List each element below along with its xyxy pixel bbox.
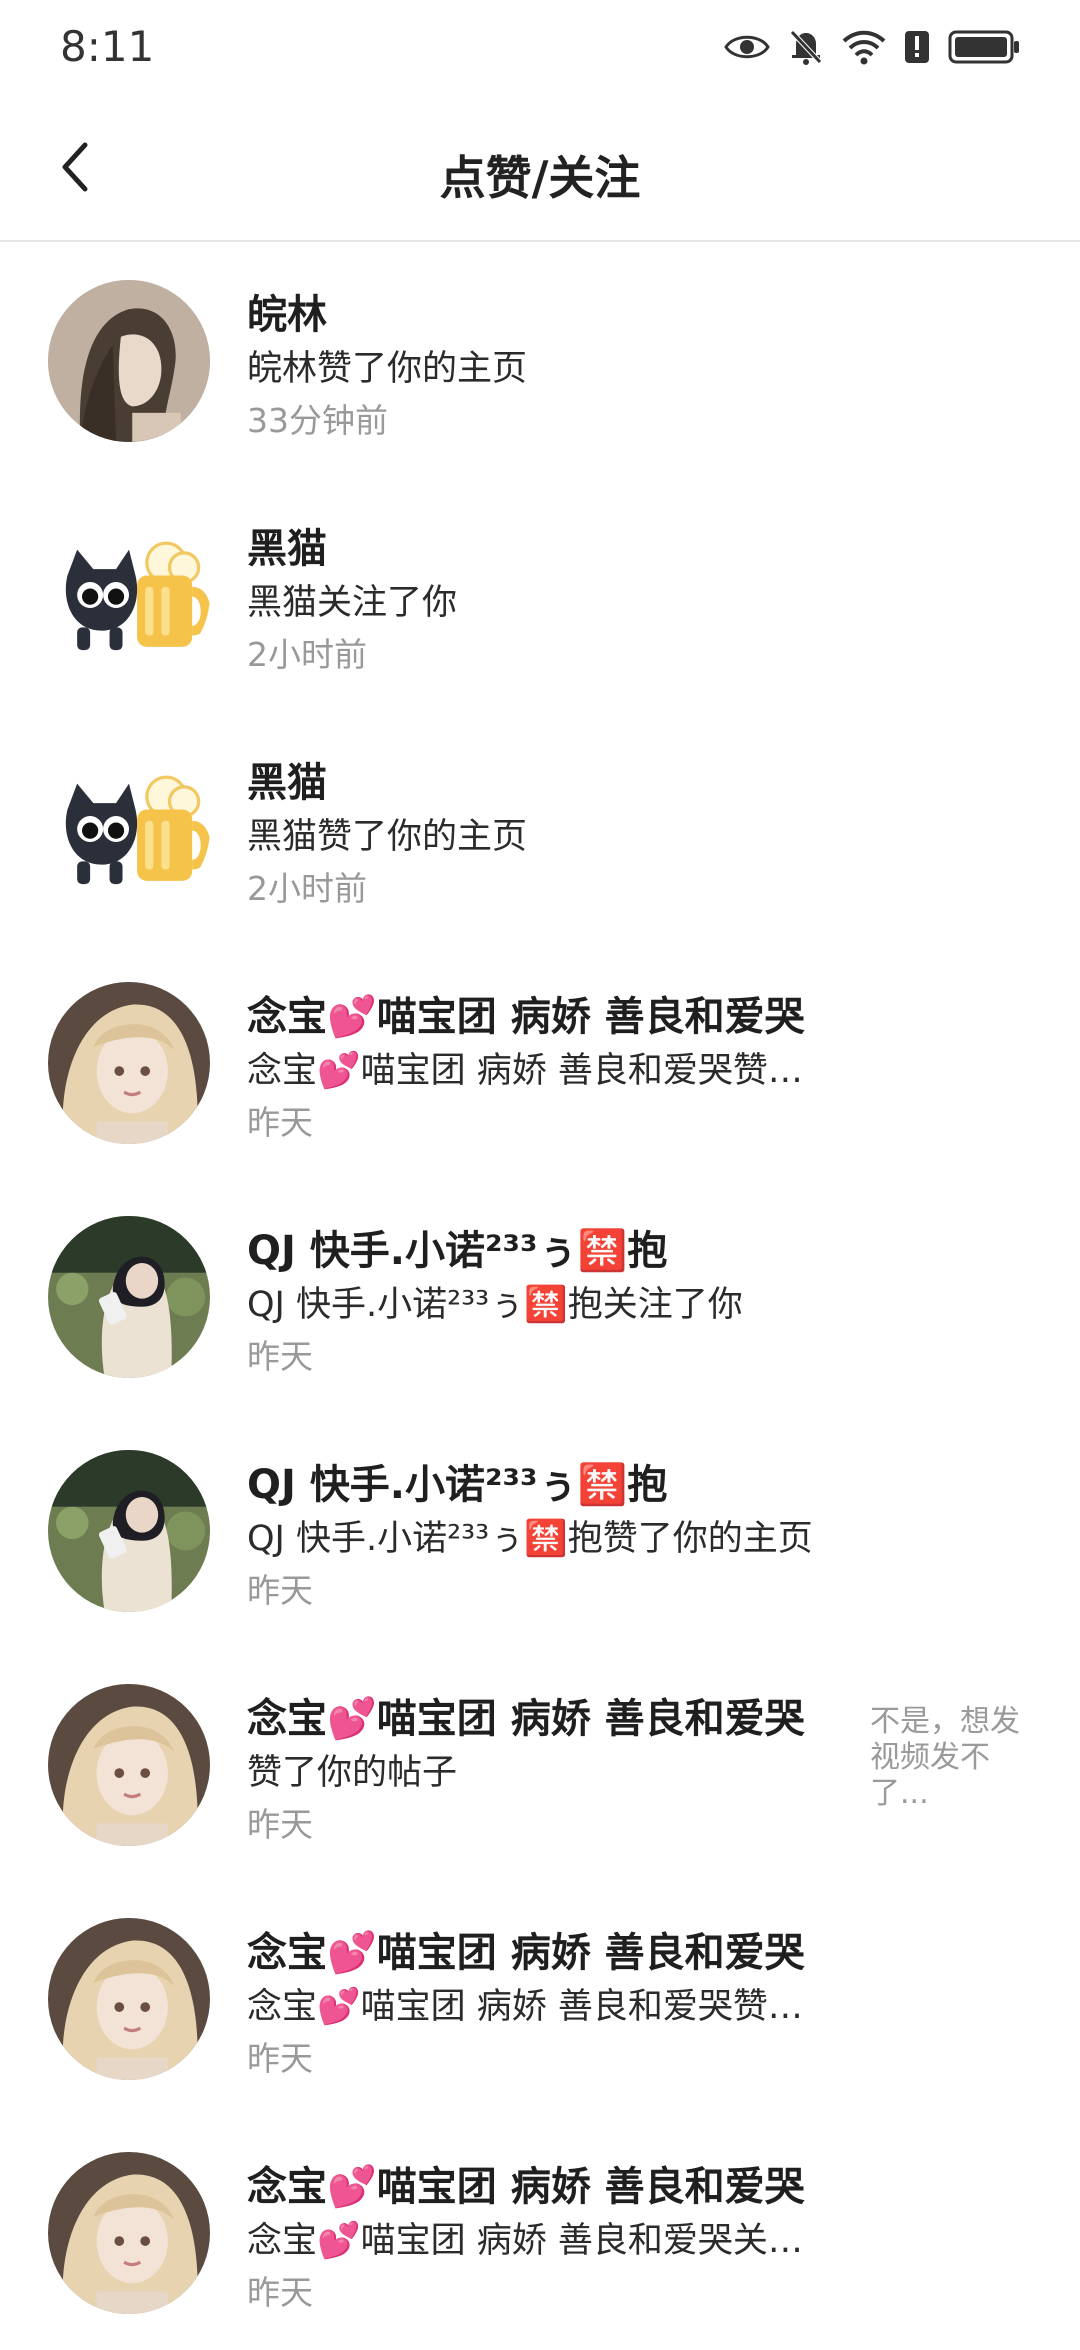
avatar[interactable] [48,982,210,1144]
user-name[interactable]: QJ 快手.小诺²³³ぅ🈲抱 [247,1218,667,1276]
avatar[interactable] [48,1216,210,1378]
notification-time: 昨天 [247,2273,313,2312]
notification-action-text: 赞了你的帖子 [247,1753,458,1793]
notification-action-text: 黑猫关注了你 [247,583,458,623]
notification-item[interactable]: 黑猫黑猫赞了你的主页 2小时前 [0,712,1080,946]
avatar[interactable] [48,514,210,676]
avatar[interactable] [48,1450,210,1612]
avatar[interactable] [48,2152,210,2314]
avatar[interactable] [48,1684,210,1846]
user-name[interactable]: 念宝💕喵宝团 病娇 善良和爱哭 [247,1686,805,1744]
notification-time: 昨天 [247,1805,313,1844]
bell-muted-icon [788,28,824,66]
user-name[interactable]: 黑猫 [247,750,327,808]
notification-item[interactable]: 皖林皖林赞了你的主页 33分钟前 [0,244,1080,478]
avatar[interactable] [48,748,210,910]
notification-item[interactable]: 黑猫黑猫关注了你 2小时前 [0,478,1080,712]
avatar[interactable] [48,1918,210,2080]
status-time: 8:11 [60,22,155,71]
battery-icon [948,29,1020,65]
avatar[interactable] [48,280,210,442]
user-name[interactable]: 念宝💕喵宝团 病娇 善良和爱哭 [247,2154,805,2212]
user-name[interactable]: 念宝💕喵宝团 病娇 善良和爱哭 [247,1920,805,1978]
notification-action-text: 念宝💕喵宝团 病娇 善良和爱哭赞… [247,1987,803,2027]
notification-time: 2小时前 [247,635,367,674]
notification-action-text: 皖林赞了你的主页 [247,349,528,389]
notification-time: 昨天 [247,1571,313,1610]
notification-action-text: 念宝💕喵宝团 病娇 善良和爱哭赞… [247,1051,803,1091]
notification-time: 2小时前 [247,869,367,908]
notification-time: 昨天 [247,1337,313,1376]
notification-time: 33分钟前 [247,401,388,440]
user-name[interactable]: 黑猫 [247,516,327,574]
notification-time: 昨天 [247,1103,313,1142]
notification-time: 昨天 [247,2039,313,2078]
notification-item[interactable]: QJ 快手.小诺²³³ぅ🈲抱 QJ 快手.小诺²³³ぅ🈲抱关注了你 昨天 [0,1180,1080,1414]
user-name[interactable]: 皖林 [247,282,327,340]
notification-action-text: 念宝💕喵宝团 病娇 善良和爱哭关… [247,2221,803,2261]
notification-item[interactable]: 念宝💕喵宝团 病娇 善良和爱哭念宝💕喵宝团 病娇 善良和爱哭赞… 昨天 [0,1882,1080,2116]
notification-action-text: QJ 快手.小诺²³³ぅ🈲抱赞了你的主页 [247,1519,813,1559]
notification-list: 皖林 皖林赞了你的主页 33分钟前 黑猫 黑猫关注了你 2小时前 黑猫 黑猫赞了你的主页 2… [0,244,1080,2350]
user-name[interactable]: QJ 快手.小诺²³³ぅ🈲抱 [247,1452,667,1510]
header: 点赞/关注 [0,100,1080,242]
notification-item[interactable]: QJ 快手.小诺²³³ぅ🈲抱 QJ 快手.小诺²³³ぅ🈲抱赞了你的主页 昨天 [0,1414,1080,1648]
notification-item[interactable]: 念宝💕喵宝团 病娇 善良和爱哭赞了你的帖子 昨天 不是，想发视频发不了... [0,1648,1080,1882]
wifi-icon [842,29,886,65]
eye-icon [724,32,770,62]
status-bar: 8:11 [0,0,1080,100]
user-name[interactable]: 念宝💕喵宝团 病娇 善良和爱哭 [247,984,805,1042]
alert-icon [904,29,930,65]
notification-item[interactable]: 念宝💕喵宝团 病娇 善良和爱哭念宝💕喵宝团 病娇 善良和爱哭赞… 昨天 [0,946,1080,1180]
post-preview-text[interactable]: 不是，想发视频发不了... [870,1704,1030,1812]
status-icons [724,28,1020,66]
notification-item[interactable]: 念宝💕喵宝团 病娇 善良和爱哭念宝💕喵宝团 病娇 善良和爱哭关… 昨天 [0,2116,1080,2350]
page-title: 点赞/关注 [439,151,641,205]
notification-action-text: QJ 快手.小诺²³³ぅ🈲抱关注了你 [247,1285,743,1325]
notification-action-text: 黑猫赞了你的主页 [247,817,528,857]
